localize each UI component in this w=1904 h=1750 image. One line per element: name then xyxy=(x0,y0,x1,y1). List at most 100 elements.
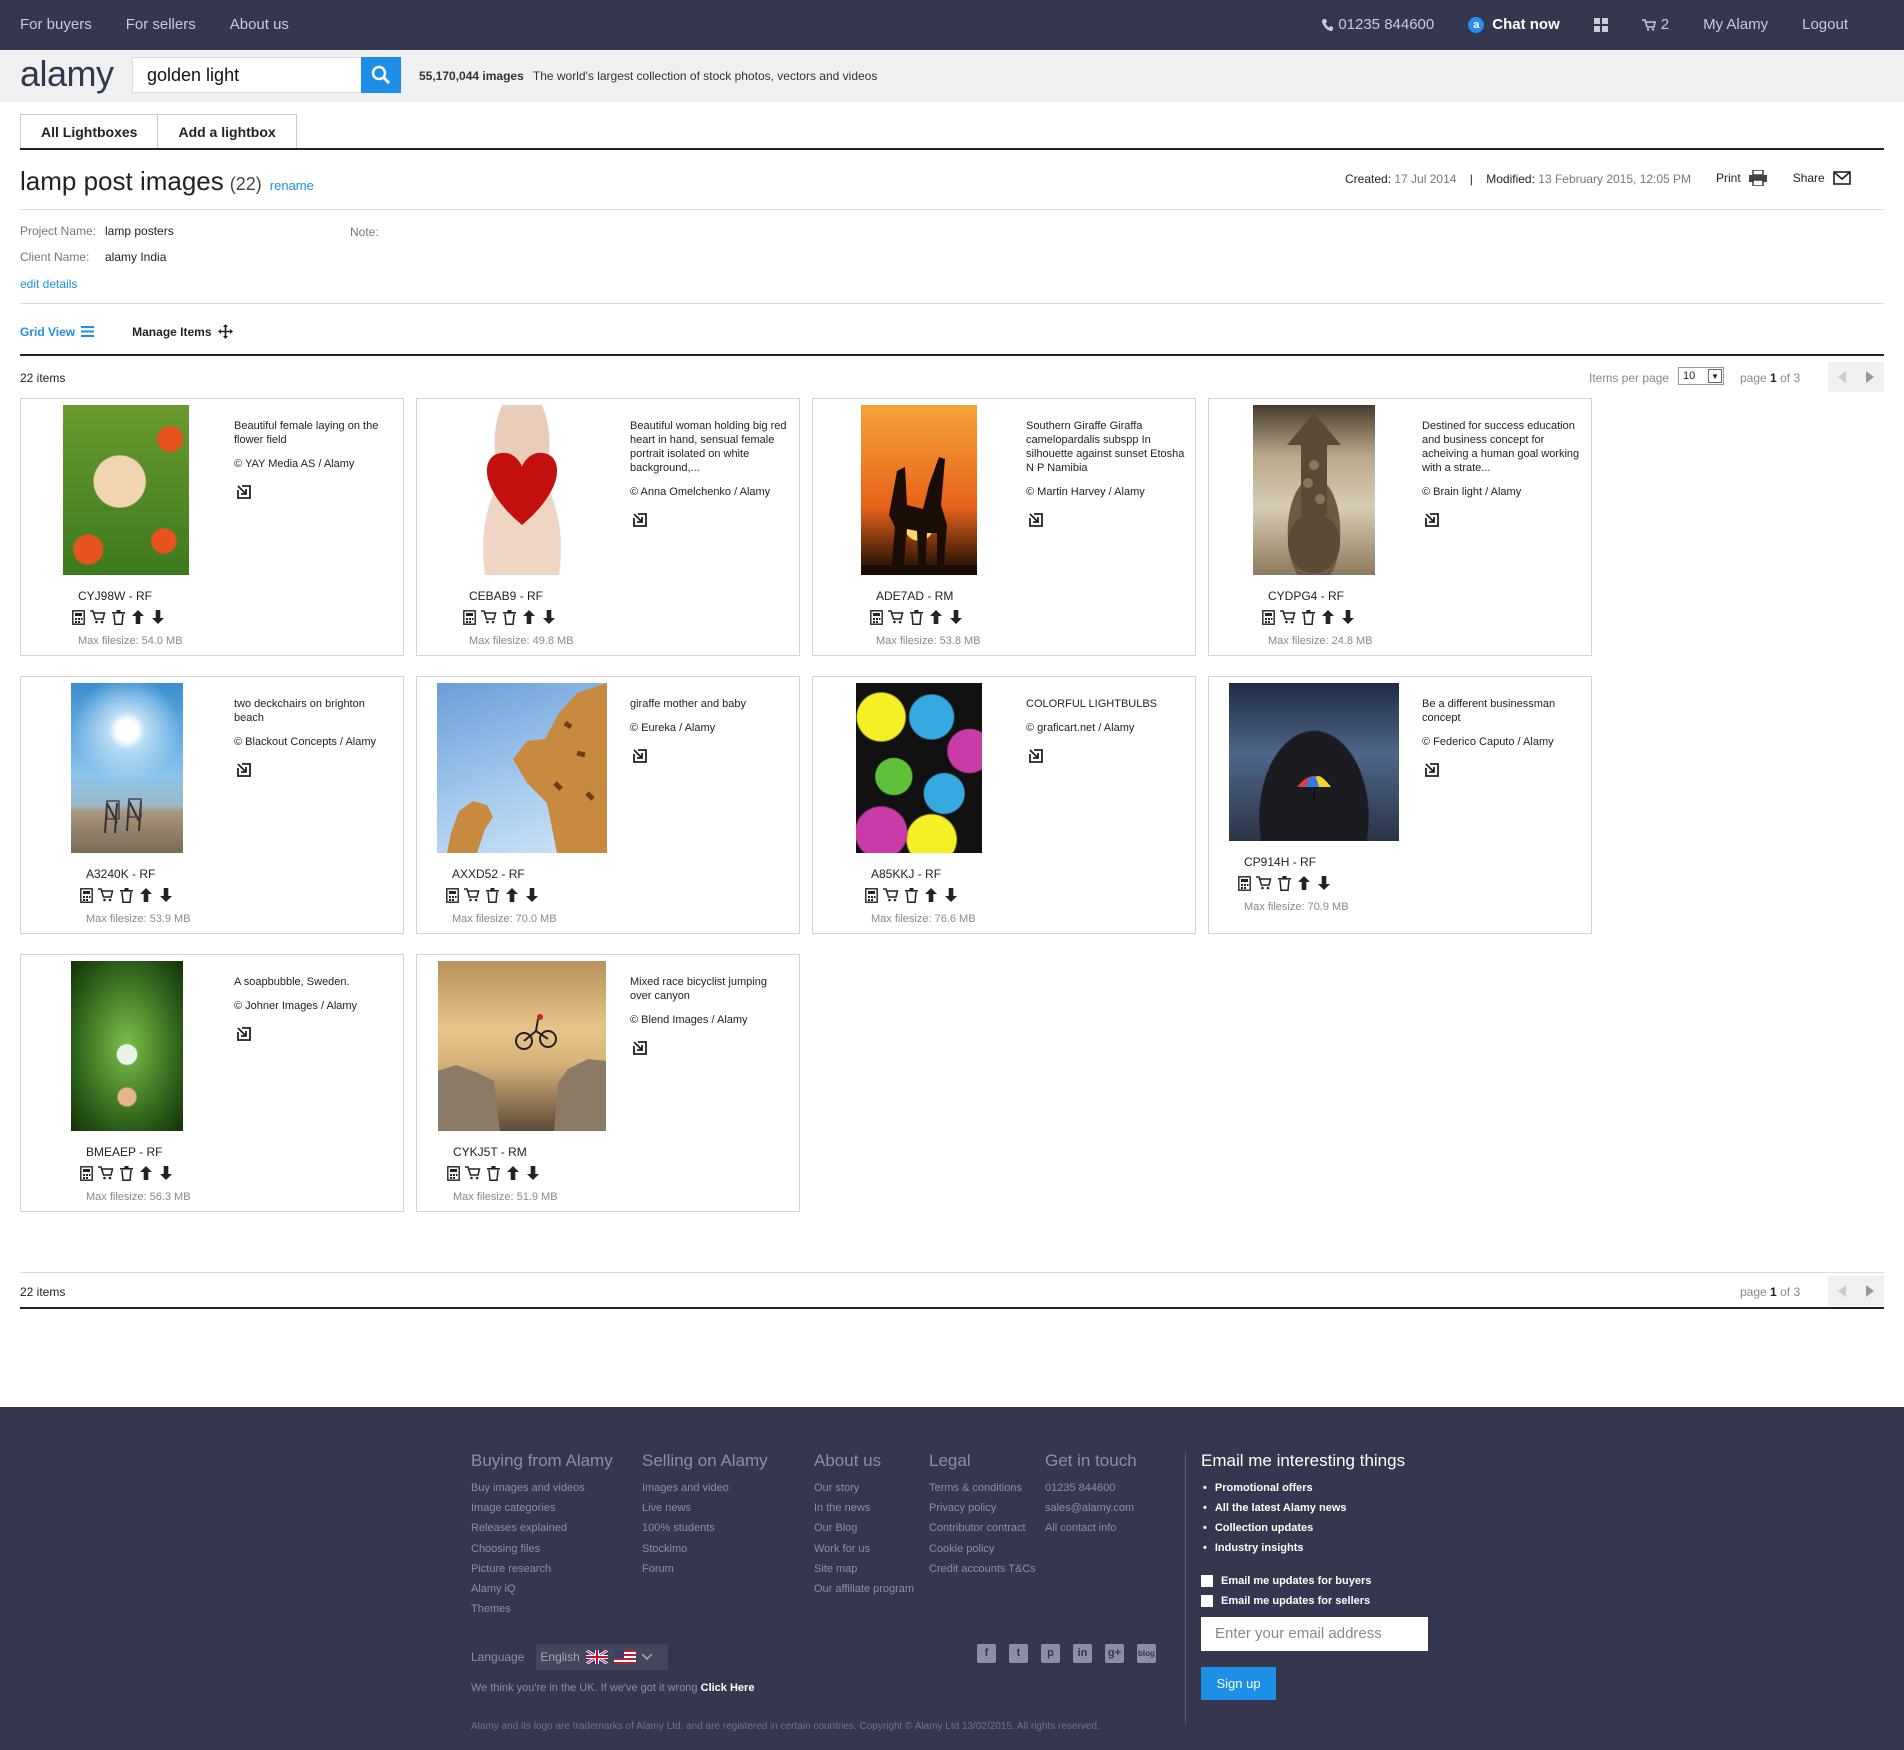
arrow-down-icon[interactable] xyxy=(1340,609,1356,625)
calculator-icon[interactable] xyxy=(78,1165,94,1181)
arrow-down-icon[interactable] xyxy=(158,1165,174,1181)
open-image-icon[interactable] xyxy=(1424,762,1440,778)
checkbox-sellers[interactable]: Email me updates for sellers xyxy=(1201,1591,1405,1611)
image-thumbnail[interactable] xyxy=(861,405,977,575)
arrow-down-icon[interactable] xyxy=(525,1165,541,1181)
calculator-icon[interactable] xyxy=(1260,609,1276,625)
cart-icon[interactable] xyxy=(883,887,899,903)
nav-for-sellers[interactable]: For sellers xyxy=(126,16,196,33)
open-image-icon[interactable] xyxy=(632,748,648,764)
calculator-icon[interactable] xyxy=(70,609,86,625)
linkedin-icon[interactable]: in xyxy=(1073,1644,1092,1663)
footer-link[interactable]: Releases explained xyxy=(471,1522,613,1542)
open-image-icon[interactable] xyxy=(236,1026,252,1042)
calculator-icon[interactable] xyxy=(445,1165,461,1181)
manage-items-button[interactable]: Manage Items xyxy=(132,324,233,339)
image-thumbnail[interactable] xyxy=(856,683,982,853)
footer-link[interactable]: Image categories xyxy=(471,1502,613,1522)
footer-link[interactable]: Live news xyxy=(642,1502,768,1522)
checkbox[interactable] xyxy=(1201,1595,1213,1607)
image-thumbnail[interactable] xyxy=(1229,683,1399,841)
footer-link[interactable]: sales@alamy.com xyxy=(1045,1502,1137,1522)
trash-icon[interactable] xyxy=(1276,875,1292,891)
arrow-up-icon[interactable] xyxy=(130,609,146,625)
cart-icon[interactable] xyxy=(888,609,904,625)
trash-icon[interactable] xyxy=(485,1165,501,1181)
edit-details-link[interactable]: edit details xyxy=(20,277,77,291)
arrow-up-icon[interactable] xyxy=(138,1165,154,1181)
trash-icon[interactable] xyxy=(903,887,919,903)
cart-icon[interactable] xyxy=(1280,609,1296,625)
cart-icon[interactable] xyxy=(98,887,114,903)
tab-all-lightboxes[interactable]: All Lightboxes xyxy=(20,114,159,150)
checkbox-buyers[interactable]: Email me updates for buyers xyxy=(1201,1571,1405,1591)
items-per-page-select[interactable]: 10 ▼ xyxy=(1678,367,1724,385)
footer-link[interactable]: Images and video xyxy=(642,1482,768,1502)
arrow-up-icon[interactable] xyxy=(138,887,154,903)
logout-link[interactable]: Logout xyxy=(1802,16,1848,33)
lightbox-grid-icon[interactable] xyxy=(1593,17,1608,32)
cart-link[interactable]: 2 xyxy=(1641,16,1669,33)
my-alamy-link[interactable]: My Alamy xyxy=(1703,16,1768,33)
footer-link[interactable]: Forum xyxy=(642,1563,768,1583)
cart-icon[interactable] xyxy=(1256,875,1272,891)
next-page-button-bottom[interactable] xyxy=(1856,1276,1884,1306)
arrow-down-icon[interactable] xyxy=(541,609,557,625)
trash-icon[interactable] xyxy=(908,609,924,625)
image-thumbnail[interactable] xyxy=(71,683,183,853)
prev-page-button[interactable] xyxy=(1828,362,1856,392)
image-card[interactable]: Beautiful female laying on the flower fi… xyxy=(20,398,404,656)
trash-icon[interactable] xyxy=(118,887,134,903)
open-image-icon[interactable] xyxy=(632,1040,648,1056)
footer-link[interactable]: Themes xyxy=(471,1603,613,1623)
footer-link[interactable]: Site map xyxy=(814,1563,914,1583)
trash-icon[interactable] xyxy=(1300,609,1316,625)
footer-link[interactable]: Privacy policy xyxy=(929,1502,1036,1522)
arrow-up-icon[interactable] xyxy=(928,609,944,625)
pinterest-icon[interactable]: p xyxy=(1041,1644,1060,1663)
trash-icon[interactable] xyxy=(110,609,126,625)
image-card[interactable]: A soapbubble, Sweden. © Johner Images / A… xyxy=(20,954,404,1212)
calculator-icon[interactable] xyxy=(444,887,460,903)
facebook-icon[interactable]: f xyxy=(977,1644,996,1663)
geo-click-here-link[interactable]: Click Here xyxy=(701,1682,755,1694)
open-image-icon[interactable] xyxy=(1424,512,1440,528)
twitter-icon[interactable]: t xyxy=(1009,1644,1028,1663)
arrow-up-icon[interactable] xyxy=(923,887,939,903)
image-thumbnail[interactable] xyxy=(454,405,590,575)
footer-link[interactable]: 100% students xyxy=(642,1522,768,1542)
sign-up-button[interactable]: Sign up xyxy=(1201,1667,1276,1700)
nav-for-buyers[interactable]: For buyers xyxy=(20,16,92,33)
arrow-up-icon[interactable] xyxy=(505,1165,521,1181)
checkbox[interactable] xyxy=(1201,1575,1213,1587)
calculator-icon[interactable] xyxy=(863,887,879,903)
prev-page-button-bottom[interactable] xyxy=(1828,1276,1856,1306)
image-thumbnail[interactable] xyxy=(437,683,607,853)
footer-link[interactable]: Our story xyxy=(814,1482,914,1502)
footer-link[interactable]: Cookie policy xyxy=(929,1543,1036,1563)
footer-link[interactable]: Alamy iQ xyxy=(471,1583,613,1603)
google-plus-icon[interactable]: g+ xyxy=(1105,1644,1124,1663)
image-card[interactable]: Beautiful woman holding big red heart in… xyxy=(416,398,800,656)
cart-icon[interactable] xyxy=(481,609,497,625)
chat-now-button[interactable]: a Chat now xyxy=(1468,16,1560,33)
calculator-icon[interactable] xyxy=(1236,875,1252,891)
grid-view-button[interactable]: Grid View xyxy=(20,325,95,339)
image-card[interactable]: Be a different businessman concept © Fede… xyxy=(1208,676,1592,934)
arrow-up-icon[interactable] xyxy=(1296,875,1312,891)
image-thumbnail[interactable] xyxy=(1253,405,1375,575)
trash-icon[interactable] xyxy=(501,609,517,625)
footer-link[interactable]: Stockimo xyxy=(642,1543,768,1563)
footer-link[interactable]: Terms & conditions xyxy=(929,1482,1036,1502)
alamy-logo[interactable]: alamy xyxy=(20,53,114,95)
cart-icon[interactable] xyxy=(98,1165,114,1181)
calculator-icon[interactable] xyxy=(868,609,884,625)
calculator-icon[interactable] xyxy=(461,609,477,625)
footer-link[interactable]: Picture research xyxy=(471,1563,613,1583)
search-input[interactable] xyxy=(132,57,362,93)
arrow-down-icon[interactable] xyxy=(150,609,166,625)
trash-icon[interactable] xyxy=(118,1165,134,1181)
email-field[interactable]: Enter your email address xyxy=(1201,1617,1428,1651)
open-image-icon[interactable] xyxy=(1028,512,1044,528)
open-image-icon[interactable] xyxy=(1028,748,1044,764)
